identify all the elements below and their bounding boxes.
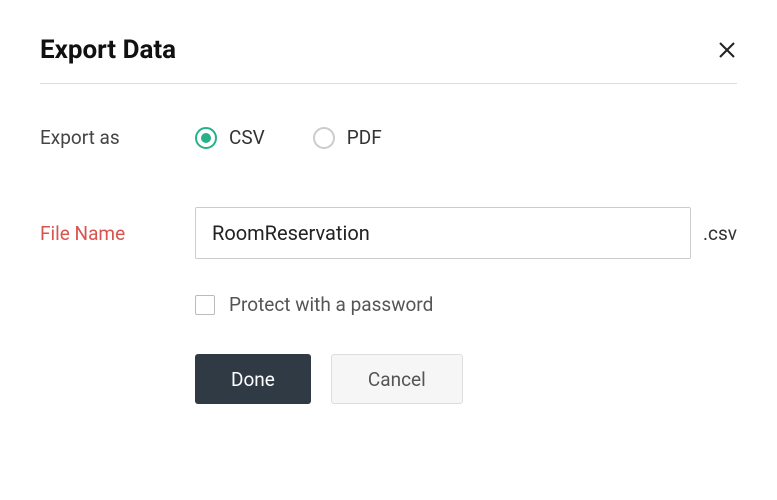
radio-label-pdf: PDF — [347, 126, 382, 149]
protect-label: Protect with a password — [229, 293, 433, 316]
protect-row: Protect with a password — [40, 293, 737, 316]
file-name-input[interactable] — [195, 207, 691, 259]
dialog-header: Export Data — [40, 35, 737, 84]
protect-checkbox[interactable] — [195, 295, 215, 315]
file-extension-label: .csv — [703, 222, 737, 245]
export-as-radio-group: CSV PDF — [195, 126, 382, 149]
radio-label-csv: CSV — [229, 126, 265, 149]
file-name-label: File Name — [40, 222, 195, 245]
done-button[interactable]: Done — [195, 354, 311, 404]
button-row: Done Cancel — [40, 354, 737, 404]
export-as-row: Export as CSV PDF — [40, 126, 737, 149]
radio-option-csv[interactable]: CSV — [195, 126, 265, 149]
radio-icon — [313, 127, 335, 149]
export-as-label: Export as — [40, 126, 195, 149]
close-icon[interactable] — [717, 40, 737, 60]
dialog-title: Export Data — [40, 35, 176, 65]
radio-option-pdf[interactable]: PDF — [313, 126, 382, 149]
file-name-row: File Name .csv — [40, 207, 737, 259]
radio-icon — [195, 127, 217, 149]
cancel-button[interactable]: Cancel — [331, 354, 463, 404]
